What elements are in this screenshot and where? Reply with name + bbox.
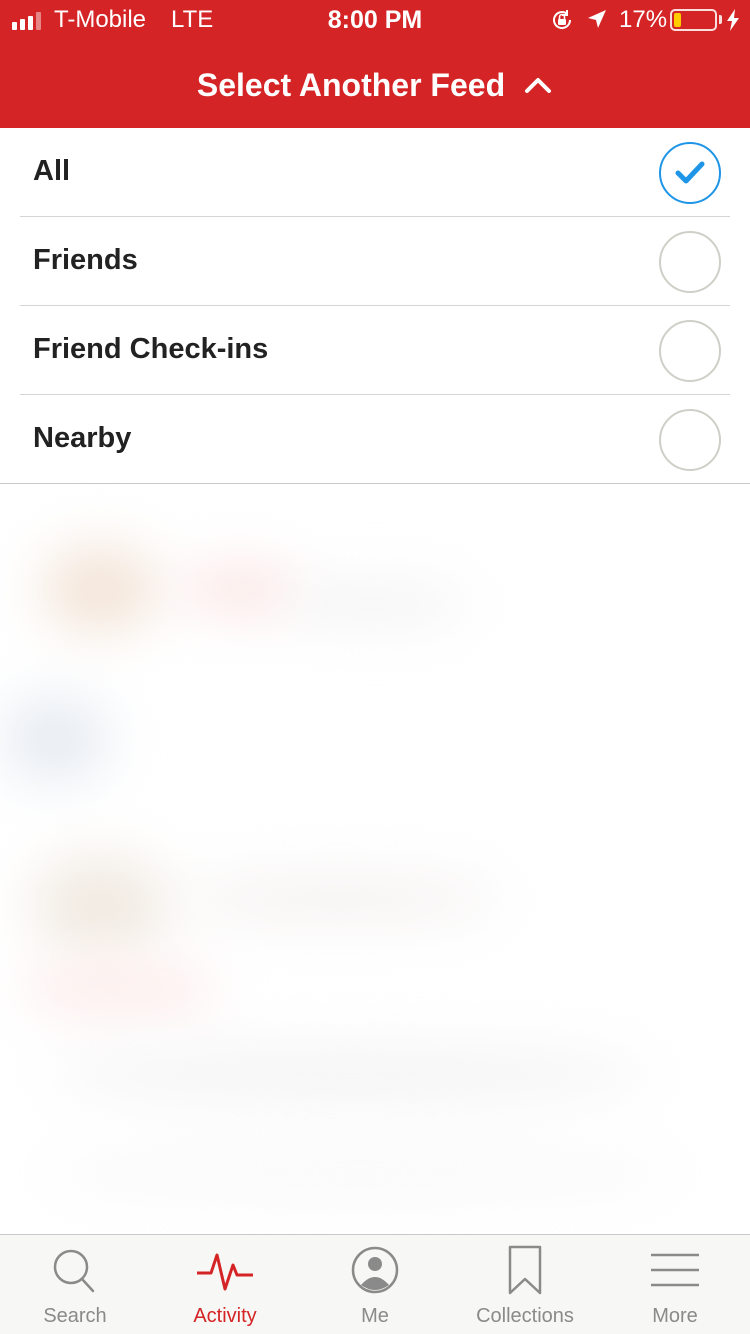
tab-bar: Search Activity Me Collections More [0,1234,750,1334]
rotation-lock-icon [553,10,572,29]
feed-option-label: Nearby [33,422,132,454]
blurred-content [50,1044,650,1104]
checkmark-icon [675,161,705,184]
radio-unselected[interactable] [659,409,721,471]
battery-level-fill [674,13,681,27]
charging-bolt-icon [727,9,739,31]
blurred-content [20,964,220,1014]
blurred-content [30,854,170,954]
tab-label: More [652,1305,698,1327]
tab-more[interactable]: More [600,1235,750,1334]
feed-options-list: All Friends Friend Check-ins Nearby [0,128,750,484]
feed-option-friends[interactable]: Friends [20,217,730,306]
tab-label: Activity [193,1305,257,1327]
radio-selected[interactable] [659,142,721,204]
status-bar: T-Mobile LTE 8:00 PM 17% [0,0,750,40]
battery-percent: 17% [619,6,668,33]
blurred-content [180,874,500,924]
header-title: Select Another Feed [196,66,506,103]
radio-unselected[interactable] [659,231,721,293]
feed-option-nearby[interactable]: Nearby [0,395,750,484]
bookmark-icon [508,1245,542,1295]
battery-icon [670,9,717,31]
chevron-up-icon [525,78,552,93]
tab-label: Search [43,1305,107,1327]
blurred-feed-background [0,484,750,1234]
tab-activity[interactable]: Activity [150,1235,300,1334]
activity-pulse-icon [197,1253,253,1291]
tab-label: Collections [476,1305,574,1327]
battery-cap [719,15,722,24]
blurred-content [40,544,160,634]
feed-option-label: Friend Check-ins [33,333,269,365]
search-icon [53,1249,95,1293]
blurred-content [0,694,110,784]
feed-option-label: Friends [33,244,138,276]
location-arrow-icon [588,10,606,28]
feed-option-all[interactable]: All [20,128,730,217]
blurred-content [40,1144,680,1204]
feed-selector-toggle[interactable]: Select Another Feed [0,58,750,112]
feed-option-label: All [33,155,71,187]
feed-option-friend-check-ins[interactable]: Friend Check-ins [20,306,730,395]
user-circle-icon [351,1246,399,1294]
app-header: T-Mobile LTE 8:00 PM 17% Select Another … [0,0,750,128]
radio-unselected[interactable] [659,320,721,382]
blurred-content [280,584,470,624]
tab-collections[interactable]: Collections [450,1235,600,1334]
tab-label: Me [361,1305,389,1327]
tab-search[interactable]: Search [0,1235,150,1334]
tab-me[interactable]: Me [300,1235,450,1334]
menu-lines-icon [651,1253,699,1287]
